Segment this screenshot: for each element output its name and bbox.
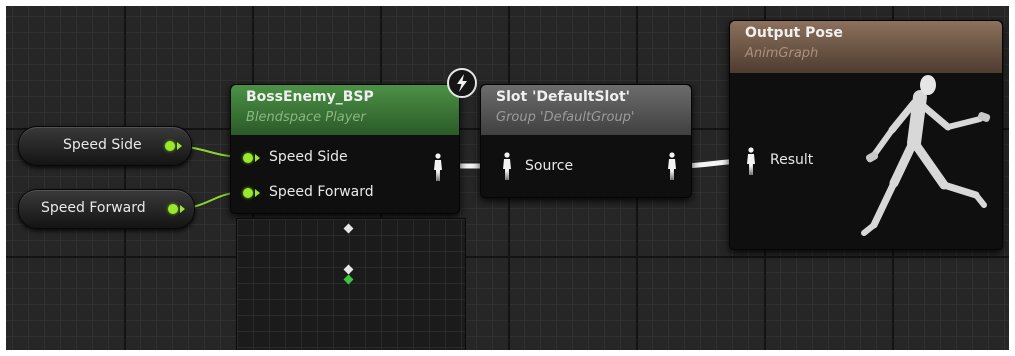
speed-forward-input-pin[interactable] — [243, 188, 253, 198]
result-pose-input-icon[interactable] — [744, 147, 758, 177]
blendspace-node-title: BossEnemy_BSP — [246, 89, 374, 105]
speed-forward-input-arrow-icon — [255, 189, 260, 197]
slot-node[interactable]: Slot 'DefaultSlot' Group 'DefaultGroup' … — [480, 84, 692, 198]
output-pose-node-subtitle: AnimGraph — [745, 46, 819, 61]
slot-node-subtitle: Group 'DefaultGroup' — [496, 110, 635, 125]
output-pose-node-title: Output Pose — [745, 25, 843, 41]
speed-side-variable-node[interactable]: Speed Side — [18, 126, 192, 166]
pose-output-pin-icon[interactable] — [431, 153, 445, 183]
sample-point-marker — [343, 264, 354, 275]
speed-side-input-label: Speed Side — [269, 149, 348, 165]
running-mannequin-icon — [861, 75, 991, 236]
speed-side-input-arrow-icon — [255, 154, 260, 162]
blendspace-node-subtitle: Blendspace Player — [246, 110, 366, 125]
speed-forward-input-label: Speed Forward — [269, 184, 374, 200]
current-position-marker — [343, 274, 354, 285]
source-pose-input-icon[interactable] — [500, 152, 514, 182]
speed-forward-variable-label: Speed Forward — [41, 200, 146, 216]
sample-point-marker — [343, 223, 354, 234]
output-pose-node-header: Output Pose AnimGraph — [730, 21, 1002, 73]
result-input-label: Result — [770, 152, 814, 168]
pose-output-pin-icon[interactable] — [665, 152, 679, 182]
speed-forward-output-pin[interactable] — [168, 204, 178, 214]
blendspace-preview-panel — [236, 218, 466, 350]
speed-forward-output-arrow-icon — [180, 205, 185, 213]
speed-side-output-pin[interactable] — [165, 141, 175, 151]
speed-side-output-arrow-icon — [177, 142, 182, 150]
output-pose-node[interactable]: Output Pose AnimGraph Result — [729, 20, 1003, 250]
blendspace-player-node[interactable]: BossEnemy_BSP Blendspace Player Speed Si… — [230, 84, 460, 214]
anim-graph-canvas[interactable]: Speed Side Speed Forward BossEnemy_BSP B… — [6, 6, 1009, 350]
slot-node-title: Slot 'DefaultSlot' — [496, 89, 630, 105]
slot-node-header: Slot 'DefaultSlot' Group 'DefaultGroup' — [481, 85, 691, 135]
speed-side-variable-label: Speed Side — [63, 137, 142, 153]
source-input-label: Source — [525, 158, 574, 174]
speed-forward-variable-node[interactable]: Speed Forward — [18, 189, 195, 229]
lightning-bolt-icon — [447, 68, 477, 98]
blendspace-node-header: BossEnemy_BSP Blendspace Player — [231, 85, 459, 135]
speed-side-input-pin[interactable] — [243, 153, 253, 163]
